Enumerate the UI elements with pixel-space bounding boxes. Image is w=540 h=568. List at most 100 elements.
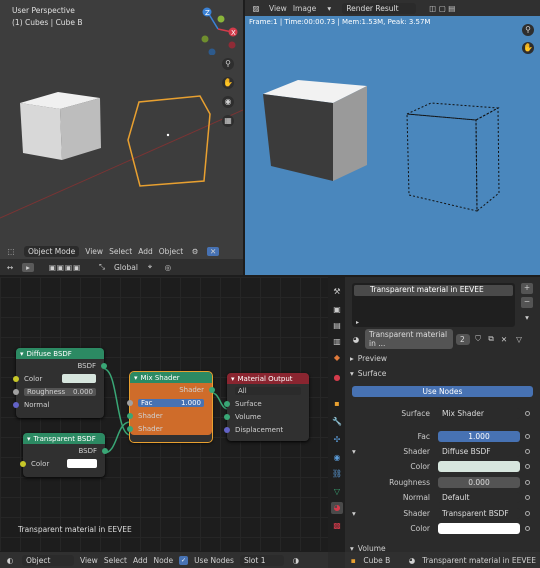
input-socket[interactable] (224, 400, 230, 407)
object-tab-icon[interactable]: ▪ (331, 398, 343, 410)
fake-user-shield-icon[interactable]: ⛉ (473, 334, 483, 344)
orientation-select[interactable]: Global (114, 263, 138, 272)
editor-type-icon[interactable]: ▨ (249, 4, 263, 13)
add-menu[interactable]: Add (133, 556, 148, 565)
pan-hand-icon[interactable]: ✋ (222, 77, 234, 89)
data-tab-icon[interactable]: ▽ (331, 486, 343, 498)
keyframe-dot-icon[interactable] (525, 411, 530, 416)
constraints-tab-icon[interactable]: ⛓ (331, 468, 343, 480)
surface-shader-select[interactable]: Mix Shader (438, 408, 520, 419)
select-menu[interactable]: Select (109, 247, 132, 256)
viewport-3d[interactable]: User Perspective (1) Cubes | Cube B Z X … (0, 0, 243, 275)
proportional-edit-icon[interactable]: ◎ (162, 263, 174, 272)
zoom-icon[interactable]: ⚲ (222, 58, 234, 70)
image-menu[interactable]: Image (293, 4, 317, 13)
node-menu[interactable]: Node (153, 556, 173, 565)
shader1-select[interactable]: Diffuse BSDF (438, 446, 520, 457)
pivot-icon[interactable]: ⤡ (96, 262, 108, 272)
select-box-tool-icon[interactable]: ▸ (22, 262, 34, 272)
navigation-gizmo[interactable]: Z X (196, 5, 240, 55)
view-layer-tab-icon[interactable]: ▥ (331, 336, 343, 348)
particles-tab-icon[interactable]: ✣ (331, 434, 343, 446)
preview-section[interactable]: ▸ Preview (350, 352, 538, 365)
zoom-icon[interactable]: ⚲ (522, 24, 534, 36)
viewport-settings-icon[interactable]: ⚙ (189, 247, 201, 256)
slot-menu-icon[interactable]: ▾ (521, 313, 533, 324)
transform-icon[interactable]: ↔ (4, 263, 16, 272)
material-sphere-icon[interactable]: ◕ (350, 335, 362, 344)
camera-icon[interactable]: ◉ (222, 96, 234, 108)
image-name-field[interactable]: Render Result (342, 2, 417, 14)
slot-select[interactable]: Slot 1 (239, 554, 284, 566)
object-select[interactable]: Object (22, 554, 74, 566)
view-menu[interactable]: View (269, 4, 287, 13)
view-menu[interactable]: View (80, 556, 98, 565)
fac-field[interactable]: Fac 1.000 (138, 398, 204, 407)
output-socket[interactable] (209, 386, 215, 393)
add-menu[interactable]: Add (138, 247, 153, 256)
world-tab-icon[interactable]: ● (331, 372, 343, 384)
target-select[interactable]: All (235, 386, 301, 395)
keyframe-dot-icon[interactable] (525, 480, 530, 485)
pan-hand-icon[interactable]: ✋ (522, 42, 534, 54)
object-mode-select[interactable]: Object Mode (24, 245, 80, 257)
user-count[interactable]: 2 (456, 333, 470, 345)
input-socket[interactable] (127, 425, 133, 432)
roughness-field[interactable]: Roughness 0.000 (24, 387, 96, 396)
node-material-output[interactable]: ▾ Material Output All Surface Volume Disp… (224, 373, 309, 441)
snap-icon[interactable]: ⌖ (144, 262, 156, 272)
keyframe-dot-icon[interactable] (525, 495, 530, 500)
output-tab-icon[interactable]: ▤ (331, 320, 343, 332)
input-socket[interactable] (224, 426, 230, 433)
node-editor[interactable]: ▾ Diffuse BSDF BSDF Color Roughness 0.000 … (0, 277, 328, 551)
material-slot-list[interactable]: Transparent material in EEVEE ▸ (352, 283, 515, 327)
duplicate-icon[interactable]: ⧉ (486, 334, 496, 344)
select-menu[interactable]: Select (104, 556, 127, 565)
input-socket[interactable] (224, 413, 230, 420)
editor-type-icon[interactable]: ⬚ (4, 247, 18, 256)
use-nodes-checkbox[interactable]: ✓ (179, 555, 189, 565)
material-browse-icon[interactable]: ◑ (290, 556, 302, 565)
overlay-toggle-icon[interactable]: ✕ (207, 246, 220, 256)
keyframe-dot-icon[interactable] (525, 434, 530, 439)
collapse-arrow-icon[interactable]: ▾ (27, 435, 31, 443)
collapse-arrow-icon[interactable]: ▾ (134, 374, 138, 382)
image-editor[interactable]: ▨ View Image ▾ Render Result ◫ ▢ ▤ Frame… (245, 0, 540, 275)
node-mix-shader[interactable]: ▾ Mix Shader Shader Fac 1.000 Shader Shade… (127, 371, 215, 443)
keyframe-dot-icon[interactable] (525, 526, 530, 531)
roughness-field[interactable]: 0.000 (438, 477, 520, 488)
editor-type-icon[interactable]: ◐ (4, 556, 16, 565)
physics-tab-icon[interactable]: ◉ (331, 452, 343, 464)
input-socket[interactable] (13, 401, 19, 408)
input-socket[interactable] (127, 399, 133, 406)
collapse-arrow-icon[interactable]: ▾ (231, 375, 235, 383)
shader2-select[interactable]: Transparent BSDF (438, 508, 520, 519)
normal-select[interactable]: Default (438, 492, 520, 503)
surface-section[interactable]: ▾ Surface (350, 367, 538, 380)
output-socket[interactable] (102, 447, 108, 454)
material-filter-icon[interactable]: ▽ (512, 335, 526, 344)
output-socket[interactable] (101, 362, 107, 369)
input-socket[interactable] (13, 388, 19, 395)
grid-toggle-icon[interactable]: ▦ (222, 115, 234, 127)
keyframe-dot-icon[interactable] (525, 449, 530, 454)
remove-slot-button[interactable]: − (521, 297, 533, 308)
expanded-arrow-icon[interactable]: ▾ (352, 509, 356, 518)
object-menu[interactable]: Object (159, 247, 183, 256)
add-slot-button[interactable]: + (521, 283, 533, 294)
tool-tab-icon[interactable]: ⚒ (331, 286, 343, 298)
selection-mode-icons[interactable]: ▣▣▣▣ (40, 263, 90, 272)
use-nodes-button[interactable]: Use Nodes (352, 386, 533, 397)
color-swatch[interactable] (62, 374, 96, 383)
material-tab-icon[interactable]: ◕ (331, 502, 343, 514)
expanded-arrow-icon[interactable]: ▾ (352, 447, 356, 456)
view-menu[interactable]: View (85, 247, 103, 256)
node-transparent-bsdf[interactable]: ▾ Transparent BSDF BSDF Color (20, 433, 108, 477)
input-socket[interactable] (20, 460, 26, 467)
unlink-close-icon[interactable]: ✕ (499, 335, 509, 344)
color-swatch[interactable] (67, 459, 97, 468)
modifier-tab-icon[interactable]: 🔧 (331, 416, 343, 428)
input-socket[interactable] (127, 412, 133, 419)
scene-tab-icon[interactable]: ◆ (331, 352, 343, 364)
list-expand-icon[interactable]: ▸ (356, 319, 359, 326)
